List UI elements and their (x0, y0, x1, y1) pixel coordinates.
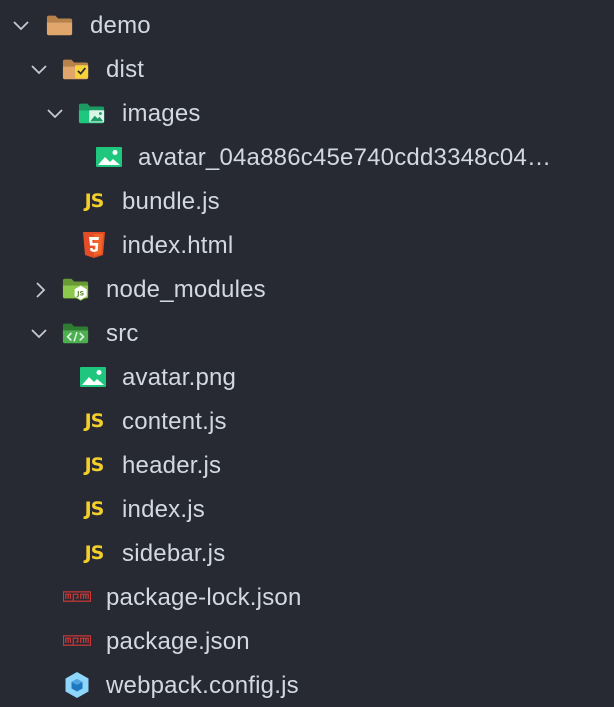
tree-item-src[interactable]: src (0, 311, 614, 355)
tree-item-images[interactable]: images (0, 91, 614, 135)
folder-images-icon (78, 100, 106, 126)
chevron-down-icon[interactable] (30, 325, 48, 343)
tree-item-label: bundle.js (122, 188, 220, 215)
tree-item-label: demo (90, 12, 151, 39)
js-file-icon: JS (84, 190, 105, 212)
js-file-icon: JS (84, 498, 105, 520)
tree-item-label: package-lock.json (106, 584, 302, 611)
tree-item-label: images (122, 100, 201, 127)
html5-icon (80, 232, 108, 258)
tree-item-sidebar-js[interactable]: JS sidebar.js (0, 531, 614, 575)
tree-item-bundle-js[interactable]: JS bundle.js (0, 179, 614, 223)
chevron-right-icon[interactable] (32, 281, 50, 299)
tree-item-label: dist (106, 56, 145, 83)
folder-node-icon: JS (62, 276, 90, 302)
image-file-icon (79, 364, 107, 390)
js-file-icon: JS (84, 542, 105, 564)
tree-item-index-html[interactable]: index.html (0, 223, 614, 267)
tree-item-header-js[interactable]: JS header.js (0, 443, 614, 487)
tree-item-label: avatar.png (122, 364, 237, 391)
tree-item-label: node_modules (106, 276, 266, 303)
tree-item-label: package.json (106, 628, 250, 655)
tree-item-label: sidebar.js (122, 540, 226, 567)
chevron-down-icon[interactable] (12, 17, 30, 35)
tree-item-label: index.html (122, 232, 234, 259)
tree-item-package-json[interactable]: package.json (0, 619, 614, 663)
svg-text:JS: JS (76, 290, 84, 298)
tree-item-webpack-config-js[interactable]: webpack.config.js (0, 663, 614, 707)
tree-item-avatar-png[interactable]: avatar.png (0, 355, 614, 399)
js-file-icon: JS (84, 454, 105, 476)
tree-item-package-lock-json[interactable]: package-lock.json (0, 575, 614, 619)
chevron-down-icon[interactable] (46, 105, 64, 123)
tree-item-label: src (106, 320, 139, 347)
tree-item-label: avatar_04a886c45e740cdd3348c04… (138, 144, 552, 171)
tree-item-dist[interactable]: dist (0, 47, 614, 91)
image-file-icon (95, 144, 123, 170)
webpack-icon (63, 672, 91, 698)
tree-item-content-js[interactable]: JS content.js (0, 399, 614, 443)
folder-dist-icon (62, 56, 90, 82)
tree-item-label: webpack.config.js (106, 672, 299, 699)
npm-icon (63, 584, 91, 610)
tree-item-label: content.js (122, 408, 227, 435)
folder-src-icon (62, 320, 90, 346)
tree-item-label: index.js (122, 496, 205, 523)
tree-item-label: header.js (122, 452, 222, 479)
npm-icon (63, 628, 91, 654)
js-file-icon: JS (84, 410, 105, 432)
tree-item-avatar-hashed[interactable]: avatar_04a886c45e740cdd3348c04… (0, 135, 614, 179)
tree-item-demo[interactable]: demo (0, 3, 614, 47)
file-explorer-tree: demo dist images avatar_04a886c45e740cdd… (0, 0, 614, 706)
tree-item-index-js[interactable]: JS index.js (0, 487, 614, 531)
folder-open-icon (46, 12, 74, 38)
chevron-down-icon[interactable] (30, 61, 48, 79)
tree-item-node-modules[interactable]: JS node_modules (0, 267, 614, 311)
